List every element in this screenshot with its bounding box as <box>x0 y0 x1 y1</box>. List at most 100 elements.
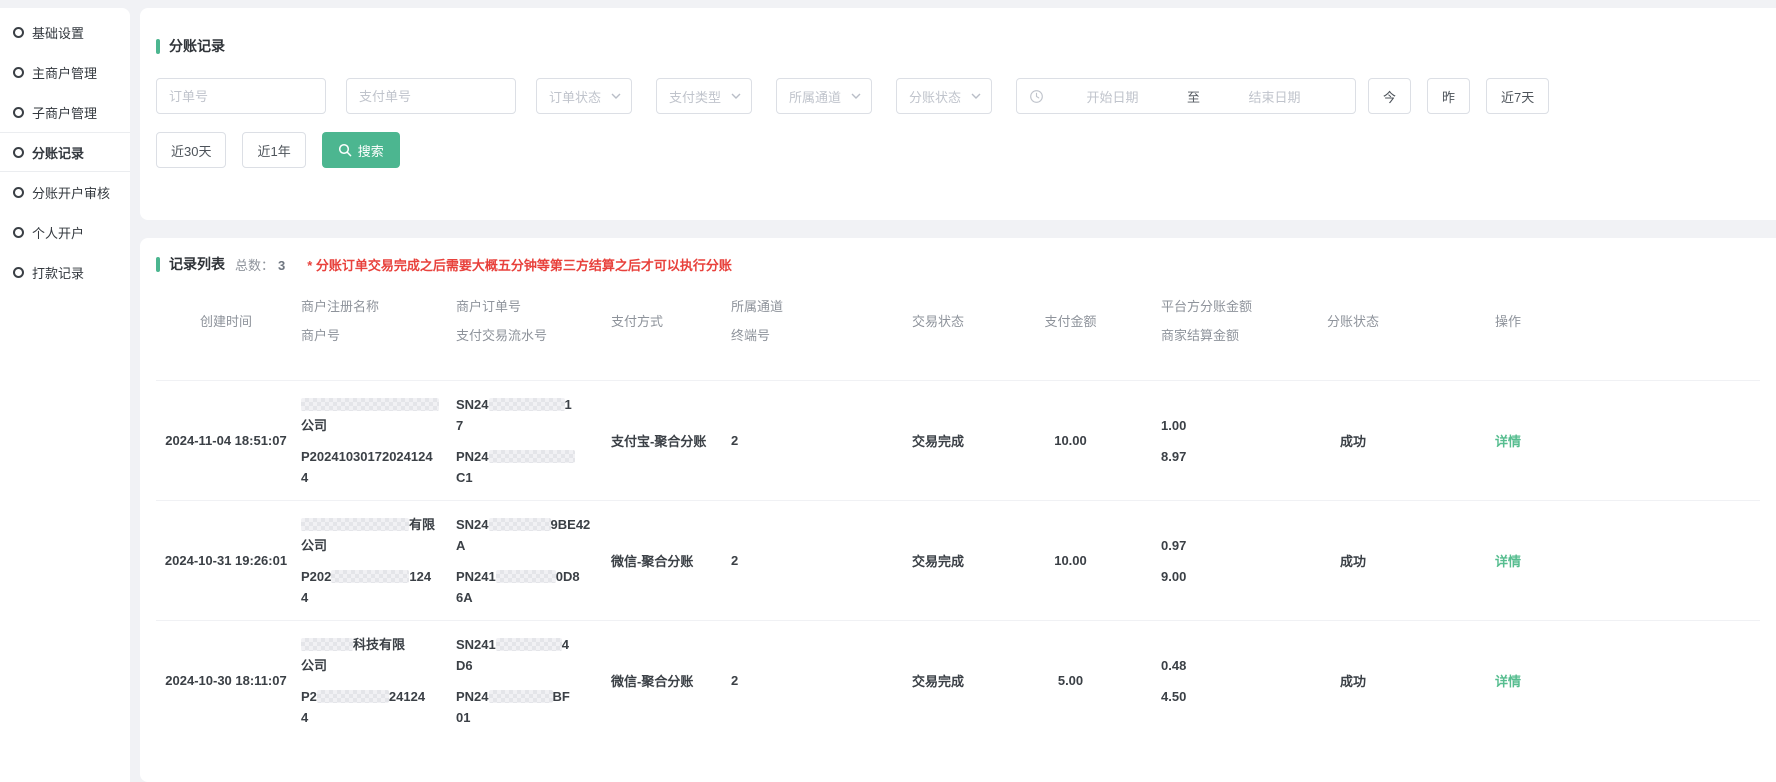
table-row: 2024-10-30 18:11:07 科技有限公司 P2241244SN2414D… <box>156 620 1760 740</box>
chevron-down-icon <box>611 93 621 99</box>
action-cell: 详情 <box>1418 551 1598 570</box>
circle-icon <box>13 267 24 278</box>
pay-flow-no: PN24BF01 <box>456 686 606 728</box>
pay-amount-cell: 10.00 <box>1013 553 1128 568</box>
last-7-days-button[interactable]: 近7天 <box>1486 78 1549 114</box>
col-platform-amount: 平台方分账金额 <box>1161 296 1252 315</box>
created-time-cell: 2024-10-30 18:11:07 <box>156 673 296 688</box>
detail-link[interactable]: 详情 <box>1495 434 1521 449</box>
order-status-select[interactable]: 订单状态 <box>536 78 632 114</box>
chevron-down-icon <box>971 93 981 99</box>
last-1-year-button[interactable]: 近1年 <box>242 132 305 168</box>
pay-type-select[interactable]: 支付类型 <box>656 78 752 114</box>
merchant-cell: 科技有限公司 P2241244 <box>301 634 451 728</box>
pay-no-input[interactable] <box>346 78 516 114</box>
amounts-cell: 0.979.00 <box>1133 538 1288 584</box>
sidebar-item-basic-settings[interactable]: 基础设置 <box>0 12 130 52</box>
amounts-cell: 0.484.50 <box>1133 658 1288 704</box>
circle-icon <box>13 227 24 238</box>
detail-link[interactable]: 详情 <box>1495 674 1521 689</box>
merchant-settle-amount: 4.50 <box>1161 689 1288 704</box>
pay-method-cell: 支付宝-聚合分账 <box>611 431 726 450</box>
trade-status-cell: 交易完成 <box>868 671 1008 690</box>
sidebar-item-payout-records[interactable]: 打款记录 <box>0 252 130 292</box>
table-body: 2024-11-04 18:51:07公司P202410301720241244… <box>156 380 1760 740</box>
trade-status-cell: 交易完成 <box>868 551 1008 570</box>
sidebar-item-label: 主商户管理 <box>32 63 97 82</box>
col-trade-status: 交易状态 <box>868 296 1008 344</box>
sidebar-item-split-account-review[interactable]: 分账开户审核 <box>0 172 130 212</box>
search-button[interactable]: 搜索 <box>322 132 400 168</box>
col-pay-method: 支付方式 <box>611 296 726 344</box>
col-merchant: 商户注册名称 商户号 <box>301 296 451 344</box>
order-cell: SN2417PN24C1 <box>456 394 606 488</box>
page-title: 分账记录 <box>169 36 225 56</box>
detail-link[interactable]: 详情 <box>1495 554 1521 569</box>
redacted-text <box>489 690 553 703</box>
merchant-settle-amount: 9.00 <box>1161 569 1288 584</box>
sidebar-item-split-records[interactable]: 分账记录 <box>0 132 130 172</box>
col-channel-name: 所属通道 <box>731 296 783 315</box>
col-order: 商户订单号 支付交易流水号 <box>456 296 606 344</box>
last-30-days-button[interactable]: 近30天 <box>156 132 226 168</box>
date-range-picker[interactable]: 开始日期 至 结束日期 <box>1016 78 1356 114</box>
filter-card-title: 分账记录 <box>156 36 1760 56</box>
merchant-name: 科技有限公司 <box>301 634 451 676</box>
chevron-down-icon <box>731 93 741 99</box>
sidebar-item-label: 子商户管理 <box>32 103 97 122</box>
title-accent-bar <box>156 39 160 54</box>
main-content: 分账记录 订单状态 支付类型 所属通道 分账状态 <box>140 8 1776 782</box>
col-order-no: 商户订单号 <box>456 296 521 315</box>
col-pay-amount: 支付金额 <box>1013 296 1128 344</box>
merchant-cell: 有限公司 P2021244 <box>301 514 451 608</box>
merchant-order-no: SN2414D6 <box>456 634 606 676</box>
sidebar-item-label: 个人开户 <box>32 223 84 242</box>
col-terminal-no: 终端号 <box>731 325 770 344</box>
date-separator: 至 <box>1181 87 1206 106</box>
filter-row-1: 订单状态 支付类型 所属通道 分账状态 开始日期 <box>156 78 1760 114</box>
chevron-down-icon <box>851 93 861 99</box>
pay-method-cell: 微信-聚合分账 <box>611 671 726 690</box>
merchant-name: 有限公司 <box>301 514 451 556</box>
channel-select[interactable]: 所属通道 <box>776 78 872 114</box>
redacted-text <box>496 570 556 583</box>
sidebar-item-sub-merchant[interactable]: 子商户管理 <box>0 92 130 132</box>
merchant-order-no: SN249BE42A <box>456 514 606 556</box>
order-no-input[interactable] <box>156 78 326 114</box>
trade-status-cell: 交易完成 <box>868 431 1008 450</box>
amounts-cell: 1.008.97 <box>1133 418 1288 464</box>
search-button-label: 搜索 <box>358 141 384 160</box>
created-time-cell: 2024-11-04 18:51:07 <box>156 433 296 448</box>
col-flow-no: 支付交易流水号 <box>456 325 547 344</box>
order-cell: SN2414D6 PN24BF01 <box>456 634 606 728</box>
redacted-text <box>489 450 575 463</box>
sidebar-item-label: 分账记录 <box>32 143 84 162</box>
action-cell: 详情 <box>1418 671 1598 690</box>
pay-amount-cell: 10.00 <box>1013 433 1128 448</box>
yesterday-button[interactable]: 昨 <box>1427 78 1470 114</box>
sidebar-item-personal-account[interactable]: 个人开户 <box>0 212 130 252</box>
terminal-cell: 2 <box>731 673 863 688</box>
platform-split-amount: 1.00 <box>1161 418 1288 433</box>
circle-icon <box>13 107 24 118</box>
pay-amount-cell: 5.00 <box>1013 673 1128 688</box>
today-button[interactable]: 今 <box>1368 78 1411 114</box>
sidebar-item-label: 基础设置 <box>32 23 84 42</box>
redacted-text <box>301 518 409 531</box>
split-status-select[interactable]: 分账状态 <box>896 78 992 114</box>
merchant-name: 公司 <box>301 394 451 436</box>
merchant-no: P2241244 <box>301 686 451 728</box>
col-merchant-name: 商户注册名称 <box>301 296 379 315</box>
pay-method-cell: 微信-聚合分账 <box>611 551 726 570</box>
table-header: 创建时间 商户注册名称 商户号 商户订单号 支付交易流水号 支付方式 所属通道 … <box>156 296 1760 344</box>
select-placeholder: 分账状态 <box>909 87 961 106</box>
table-row: 2024-10-31 19:26:01有限公司P2021244SN249BE42… <box>156 500 1760 620</box>
sidebar-item-main-merchant[interactable]: 主商户管理 <box>0 52 130 92</box>
col-amounts: 平台方分账金额 商家结算金额 <box>1133 296 1288 344</box>
table-row: 2024-11-04 18:51:07公司P202410301720241244… <box>156 380 1760 500</box>
settlement-notice: * 分账订单交易完成之后需要大概五分钟等第三方结算之后才可以执行分账 <box>307 255 732 274</box>
merchant-order-no: SN2417 <box>456 394 606 436</box>
merchant-no: P2021244 <box>301 566 451 608</box>
select-placeholder: 订单状态 <box>549 87 601 106</box>
end-date-placeholder: 结束日期 <box>1206 87 1343 106</box>
